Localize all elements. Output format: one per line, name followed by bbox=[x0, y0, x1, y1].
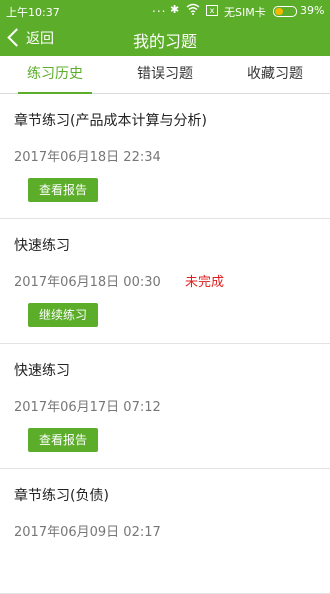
list-item[interactable]: 章节练习(负债) 2017年06月09日 02:17 bbox=[0, 469, 330, 594]
practice-history-list: 章节练习(产品成本计算与分析) 2017年06月18日 22:34 查看报告 快… bbox=[0, 94, 330, 594]
list-item[interactable]: 快速练习 2017年06月17日 07:12 查看报告 bbox=[0, 344, 330, 469]
record-time: 2017年06月18日 00:30 bbox=[14, 275, 161, 290]
tab-favorites[interactable]: 收藏习题 bbox=[220, 56, 330, 93]
app-header: 上午10:37 ... ✱ x 无SIM卡 39% 返回 我的习题 bbox=[0, 0, 330, 56]
wifi-icon bbox=[186, 3, 200, 15]
tab-wrong-label: 错误习题 bbox=[137, 66, 193, 82]
tab-history-label: 练习历史 bbox=[27, 66, 83, 82]
battery-percent: 39% bbox=[300, 4, 325, 17]
tab-bar: 练习历史 错误习题 收藏习题 bbox=[0, 56, 330, 94]
status-time: 上午10:37 bbox=[6, 6, 60, 19]
record-title: 快速练习 bbox=[14, 238, 70, 254]
sim-status: 无SIM卡 bbox=[224, 6, 266, 19]
no-sim-icon: x bbox=[206, 5, 218, 16]
record-time: 2017年06月18日 22:34 bbox=[14, 150, 161, 165]
battery-fill bbox=[275, 8, 283, 15]
record-time: 2017年06月17日 07:12 bbox=[14, 400, 161, 415]
record-title: 章节练习(产品成本计算与分析) bbox=[14, 113, 207, 129]
view-report-button[interactable]: 查看报告 bbox=[28, 178, 98, 202]
status-badge: 未完成 bbox=[185, 275, 225, 290]
status-bar: 上午10:37 ... ✱ x 无SIM卡 39% bbox=[0, 0, 330, 22]
page-title: 我的习题 bbox=[132, 32, 197, 51]
record-time: 2017年06月09日 02:17 bbox=[14, 525, 161, 540]
tab-wrong-questions[interactable]: 错误习题 bbox=[110, 56, 220, 93]
list-item[interactable]: 章节练习(产品成本计算与分析) 2017年06月18日 22:34 查看报告 bbox=[0, 94, 330, 219]
continue-practice-button[interactable]: 继续练习 bbox=[28, 303, 98, 327]
battery-icon bbox=[273, 6, 297, 17]
record-title: 快速练习 bbox=[14, 363, 70, 379]
record-title: 章节练习(负债) bbox=[14, 488, 109, 504]
tab-favorites-label: 收藏习题 bbox=[247, 66, 303, 82]
view-report-button[interactable]: 查看报告 bbox=[28, 428, 98, 452]
list-item[interactable]: 快速练习 2017年06月18日 00:30 未完成 继续练习 bbox=[0, 219, 330, 344]
bluetooth-icon: ✱ bbox=[170, 3, 180, 16]
tab-history[interactable]: 练习历史 bbox=[0, 56, 110, 94]
notification-dots-icon: ... bbox=[152, 1, 167, 15]
